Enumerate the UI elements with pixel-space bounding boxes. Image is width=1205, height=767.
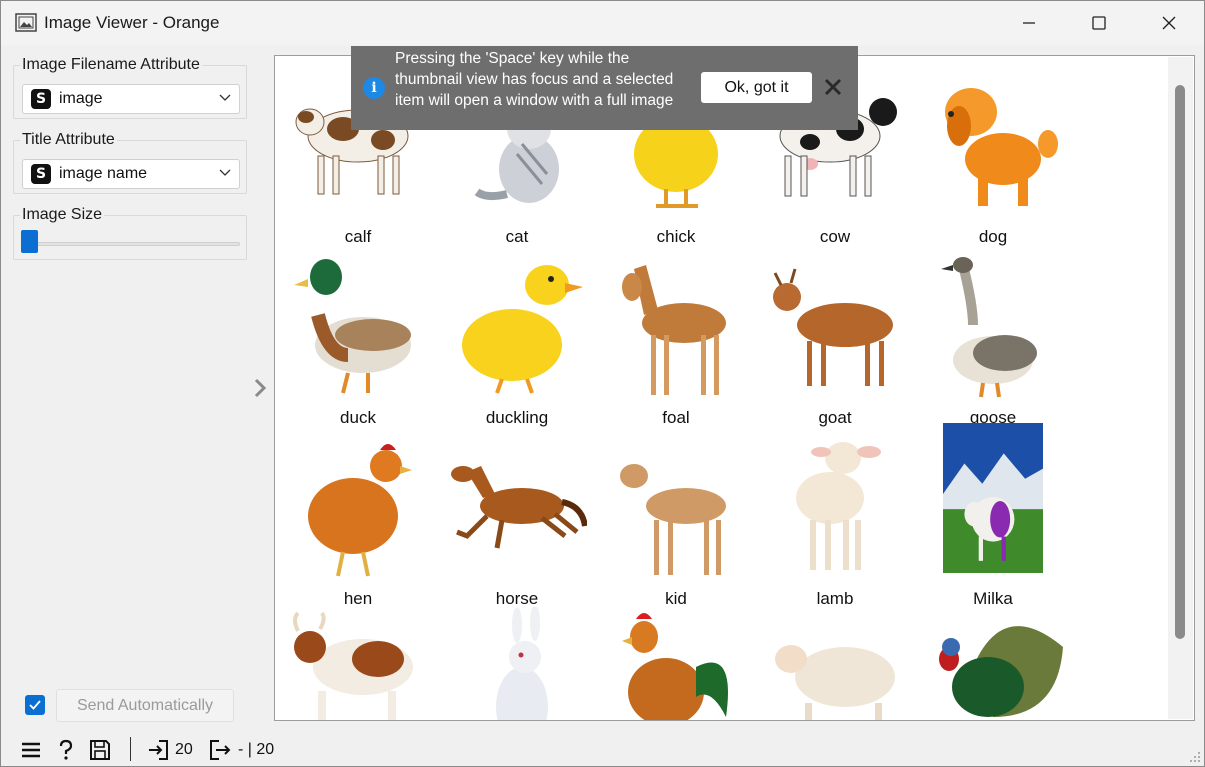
bull-image xyxy=(293,611,413,720)
minimize-button[interactable] xyxy=(994,1,1064,45)
close-button[interactable] xyxy=(1134,1,1204,45)
hen-image xyxy=(308,444,412,577)
thumbnail-label: hen xyxy=(343,589,373,608)
send-automatically-button[interactable]: Send Automatically xyxy=(56,689,234,722)
image-viewer-window: Image Viewer - Orange S image Image File… xyxy=(0,0,1205,767)
image-viewer-app-icon xyxy=(15,13,37,32)
notification-banner: i Pressing the 'Space' key while the thu… xyxy=(351,46,858,130)
goat-image xyxy=(773,268,893,386)
string-type-icon: S xyxy=(31,89,51,109)
thumbnail-label: foal xyxy=(662,408,690,427)
minimize-icon xyxy=(1023,22,1035,24)
filename-attribute-value: image xyxy=(59,90,103,107)
thumbnail-item[interactable]: duckling xyxy=(442,255,592,430)
thumbnail-label: cat xyxy=(505,227,529,246)
image-size-slider-handle[interactable] xyxy=(21,230,38,253)
thumbnail-label: lamb xyxy=(816,589,854,608)
foal-image xyxy=(622,265,726,395)
close-icon[interactable] xyxy=(823,77,843,97)
thumbnail-label: Milka xyxy=(973,589,1013,608)
thumbnail-label: duck xyxy=(340,408,376,427)
goose-image xyxy=(941,257,1037,398)
thumbnail-item[interactable] xyxy=(918,607,1068,720)
chevron-down-icon xyxy=(219,94,231,101)
output-icon xyxy=(210,740,231,760)
dog-image xyxy=(945,88,1058,206)
kid-image xyxy=(620,464,726,575)
thumbnail-label: cow xyxy=(819,227,851,246)
image-size-title: Image Size xyxy=(20,206,105,224)
thumbnail-label: kid xyxy=(665,589,687,608)
ok-got-it-button[interactable]: Ok, got it xyxy=(701,72,812,103)
output-count: - | 20 xyxy=(238,741,275,758)
thumbnail-item[interactable]: Milka xyxy=(918,423,1068,608)
thumbnail-label: horse xyxy=(495,589,539,608)
thumbnail-item[interactable] xyxy=(442,607,592,720)
image-size-slider-track[interactable] xyxy=(22,242,240,246)
turkey-image xyxy=(939,626,1063,717)
help-icon[interactable] xyxy=(55,739,77,761)
horse-image xyxy=(451,466,587,549)
lamb-image xyxy=(796,442,881,570)
rooster-image xyxy=(622,613,728,720)
thumbnail-label: chick xyxy=(656,227,696,246)
send-automatically-checkbox[interactable] xyxy=(25,695,45,715)
resize-grip-icon[interactable] xyxy=(1189,751,1201,763)
status-bar: 20 - | 20 xyxy=(1,731,1204,766)
thumbnail-item[interactable]: foal xyxy=(601,255,751,430)
title-bar: Image Viewer - Orange xyxy=(1,1,1204,45)
maximize-button[interactable] xyxy=(1064,1,1134,45)
title-attribute-combo[interactable]: S image name xyxy=(22,159,240,189)
thumbnail-item[interactable]: lamb xyxy=(760,436,910,611)
thumbnail-label: duckling xyxy=(485,408,549,427)
info-icon: i xyxy=(363,77,385,99)
milka-image xyxy=(943,423,1043,573)
sheep-image xyxy=(775,645,895,720)
maximize-icon xyxy=(1092,16,1106,30)
thumbnail-label: dog xyxy=(978,227,1008,246)
save-icon[interactable] xyxy=(89,739,111,761)
thumbnail-item[interactable] xyxy=(601,607,751,720)
scrollbar-thumb[interactable] xyxy=(1175,85,1185,639)
rabbit-image xyxy=(496,607,548,720)
close-icon xyxy=(1162,16,1176,30)
notification-text: Pressing the 'Space' key while the thumb… xyxy=(395,50,674,109)
thumbnail-view[interactable]: calf cat chick cow dog duck duckling foa… xyxy=(274,55,1195,721)
chevron-down-icon xyxy=(219,169,231,176)
checkmark-icon xyxy=(29,700,41,710)
string-type-icon: S xyxy=(31,164,51,184)
thumbnail-item[interactable]: duck xyxy=(283,255,433,430)
thumbnail-label: goat xyxy=(818,408,852,427)
filename-attribute-title: Image Filename Attribute xyxy=(20,56,202,74)
menu-icon[interactable] xyxy=(20,739,42,761)
thumbnail-item[interactable]: hen xyxy=(283,436,433,611)
thumbnail-item[interactable]: goose xyxy=(918,255,1068,430)
thumbnail-label: calf xyxy=(344,227,372,246)
chevron-right-icon[interactable] xyxy=(252,378,268,398)
thumbnail-item[interactable]: dog xyxy=(918,74,1068,249)
filename-attribute-combo[interactable]: S image xyxy=(22,84,240,114)
title-attribute-title: Title Attribute xyxy=(20,131,117,149)
window-title: Image Viewer - Orange xyxy=(44,13,220,32)
title-attribute-value: image name xyxy=(59,165,148,182)
thumbnail-item[interactable]: horse xyxy=(442,436,592,611)
duck-image xyxy=(294,259,411,394)
status-separator xyxy=(130,737,131,761)
duckling-image xyxy=(462,265,583,394)
input-count: 20 xyxy=(175,741,193,758)
control-panel: S image Image Filename Attribute S image… xyxy=(1,45,259,731)
thumbnail-item[interactable] xyxy=(760,607,910,720)
thumbnail-item[interactable]: kid xyxy=(601,436,751,611)
thumbnail-item[interactable]: goat xyxy=(760,255,910,430)
input-icon xyxy=(149,740,168,760)
thumbnail-item[interactable] xyxy=(283,607,433,720)
